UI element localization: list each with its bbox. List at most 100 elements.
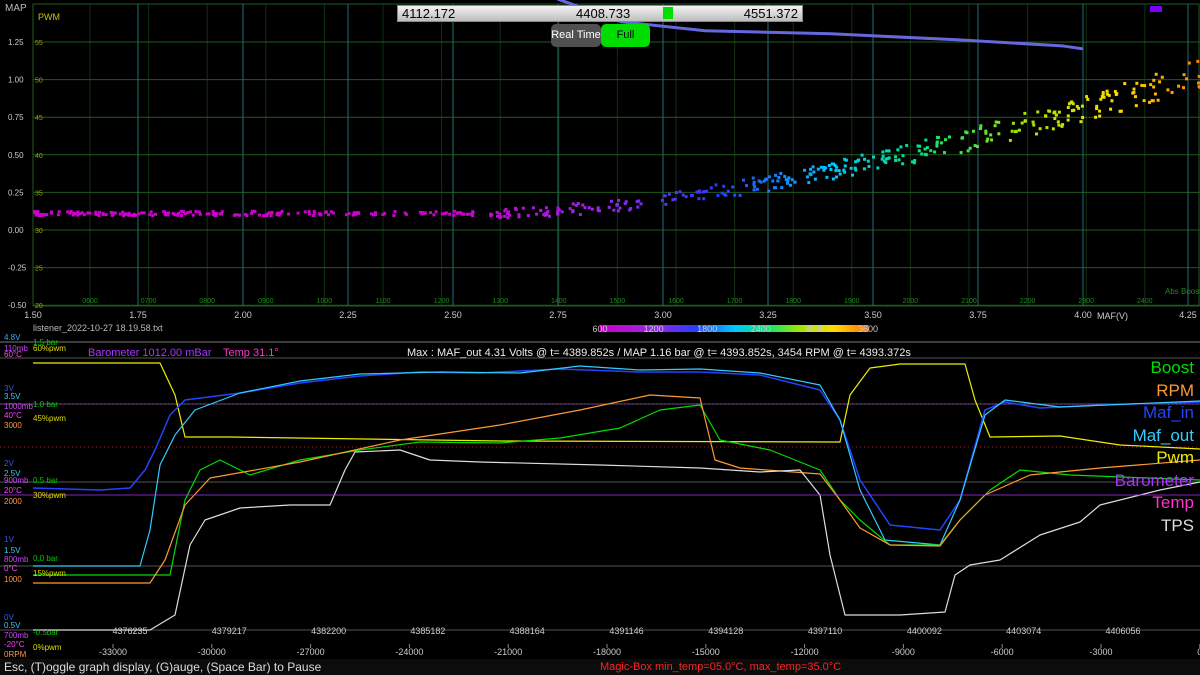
scatter-point xyxy=(455,211,459,215)
scatter-point xyxy=(790,178,794,182)
color-bar-tick: 3600 xyxy=(858,324,878,334)
scatter-point xyxy=(1066,118,1070,122)
maf-axis-unit: MAF(V) xyxy=(1097,311,1128,321)
rpm-tick-label: 2300 xyxy=(1078,298,1094,305)
maf-tick-label: 3.00 xyxy=(654,310,672,320)
scatter-point xyxy=(253,209,257,213)
rpm-trace xyxy=(33,394,1200,584)
scatter-point xyxy=(843,170,847,174)
legend-item-barometer: Barometer xyxy=(1114,470,1194,490)
rpm-tick-label: 1200 xyxy=(434,298,450,305)
scatter-point xyxy=(590,207,594,211)
scatter-point xyxy=(1153,92,1157,96)
scatter-point xyxy=(148,213,152,217)
y-axis-label: 900mb xyxy=(4,476,29,485)
scatter-point xyxy=(803,168,807,172)
scatter-point xyxy=(1071,102,1075,106)
scatter-point xyxy=(448,212,452,216)
scatter-point xyxy=(884,157,888,161)
color-bar-segment xyxy=(635,325,641,332)
slider-handle[interactable] xyxy=(663,7,673,19)
scatter-point xyxy=(702,197,706,201)
color-bar-segment xyxy=(720,325,726,332)
color-bar-segment xyxy=(684,325,690,332)
scatter-point xyxy=(1166,88,1170,92)
real-time-button[interactable]: Real Time xyxy=(551,24,601,47)
scatter-point xyxy=(521,206,525,210)
scatter-point xyxy=(667,192,671,196)
full-speed-button[interactable]: Full Speed xyxy=(601,24,650,64)
scatter-point xyxy=(755,187,759,191)
scatter-point xyxy=(369,212,373,216)
scatter-point xyxy=(834,175,838,179)
time-tick-label: 4391146 xyxy=(609,626,643,636)
scatter-point xyxy=(1118,109,1122,113)
scatter-point xyxy=(1133,95,1137,99)
y-axis-label: 1.0 bar xyxy=(33,400,58,409)
scatter-point xyxy=(207,212,211,216)
barometer-readout: Barometer 1012.00 mBar xyxy=(88,347,212,359)
scatter-point xyxy=(1086,97,1090,101)
scatter-point xyxy=(1135,81,1139,85)
scatter-point xyxy=(1044,114,1048,118)
relative-time-tick-label: -30000 xyxy=(198,647,226,657)
slider-left-value: 4112.172 xyxy=(402,6,456,21)
scatter-point xyxy=(1047,109,1051,113)
graph-canvas: 1.25 55 1.00 50 0.75 45 0.50 40 0.25 35 0.00 30 -0.2… xyxy=(0,0,1200,659)
bottom-chart-traces xyxy=(0,362,1200,631)
scatter-point xyxy=(1020,121,1024,125)
scatter-point xyxy=(986,137,990,141)
rpm-tick-label: 0700 xyxy=(141,298,157,305)
maf-tick-label: 1.75 xyxy=(129,310,147,320)
scatter-point xyxy=(440,212,444,216)
scatter-point xyxy=(857,158,861,162)
scatter-point xyxy=(762,179,766,183)
scatter-point xyxy=(959,151,963,155)
scatter-point xyxy=(881,150,885,154)
scatter-point xyxy=(173,213,177,217)
scatter-point xyxy=(97,214,101,218)
scatter-point xyxy=(88,211,92,215)
keyboard-help: Esc, (T)oggle graph display, (G)auge, (S… xyxy=(4,660,322,674)
scatter-point xyxy=(843,164,847,168)
scatter-point xyxy=(714,183,718,187)
time-tick-label: 4385182 xyxy=(410,626,445,636)
scatter-point xyxy=(805,175,809,179)
scatter-point xyxy=(779,171,783,175)
scatter-point xyxy=(153,212,157,216)
scatter-point xyxy=(607,205,611,209)
scatter-point xyxy=(901,154,905,158)
color-bar-segment xyxy=(680,325,686,332)
scatter-point xyxy=(745,184,749,188)
scatter-point xyxy=(1196,59,1200,63)
y-axis-label: 40°C xyxy=(4,411,22,420)
scatter-point xyxy=(56,213,60,217)
scatter-point xyxy=(819,165,823,169)
y-axis-label: 3.5V xyxy=(4,392,21,401)
color-bar-segment xyxy=(827,325,833,332)
map-tick-label: 0.00 xyxy=(8,226,24,235)
scatter-point xyxy=(458,211,462,215)
scatter-point xyxy=(1094,115,1098,119)
scatter-point xyxy=(1142,99,1146,103)
color-bar-segment xyxy=(841,325,847,332)
rpm-tick-label: 1700 xyxy=(727,298,743,305)
magic-box-status: Magic-Box min_temp=05.0°C, max_temp=35.0… xyxy=(600,661,842,673)
scatter-point xyxy=(894,158,898,162)
scatter-point xyxy=(771,179,775,183)
scatter-point xyxy=(539,209,543,213)
scatter-point xyxy=(331,211,335,215)
scatter-point xyxy=(275,212,279,216)
pwm-tick-label: 35 xyxy=(35,190,43,197)
scatter-point xyxy=(997,120,1001,124)
scatter-point xyxy=(471,214,475,218)
status-indicator xyxy=(1150,6,1162,12)
y-axis-label: 3000 xyxy=(4,421,22,430)
scatter-point xyxy=(1098,109,1102,113)
maf-tick-label: 2.75 xyxy=(549,310,567,320)
scatter-point xyxy=(1017,128,1021,132)
maf-tick-label: 3.25 xyxy=(759,310,777,320)
time-range-slider[interactable]: 4112.172 4408.733 4551.372 xyxy=(397,5,803,22)
scatter-point xyxy=(40,214,44,218)
scatter-point xyxy=(1070,109,1074,113)
